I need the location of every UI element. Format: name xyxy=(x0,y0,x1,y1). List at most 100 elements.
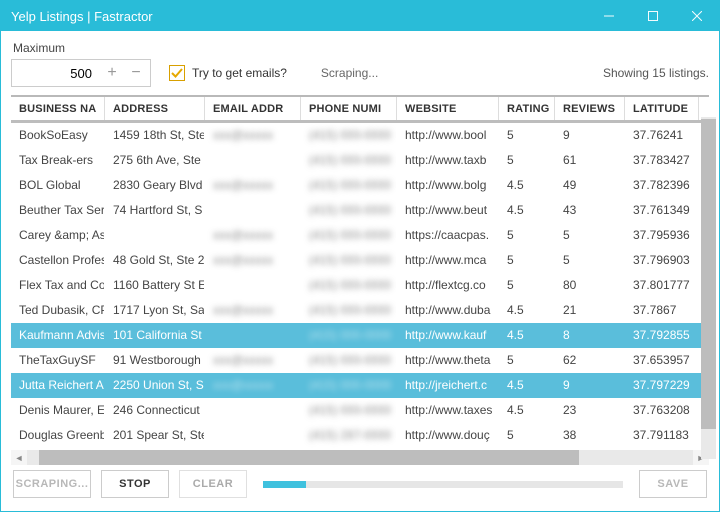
table-row[interactable]: BookSoEasy1459 18th St, Stexxx@xxxxx(415… xyxy=(11,123,709,148)
column-header[interactable]: RATING xyxy=(499,97,555,120)
cell-email xyxy=(205,273,301,298)
cell-email xyxy=(205,398,301,423)
cell-site: http://www.kauf xyxy=(397,323,499,348)
table-row[interactable]: Denis Maurer, E,246 Connecticut(415) 000… xyxy=(11,398,709,423)
maximize-button[interactable] xyxy=(631,1,675,31)
cell-email: xxx@xxxxx xyxy=(205,223,301,248)
cell-biz: Flex Tax and Cor xyxy=(11,273,105,298)
step-up-button[interactable]: + xyxy=(100,60,124,86)
cell-site: http://www.mca xyxy=(397,248,499,273)
table-row[interactable]: Ted Dubasik, CP,1717 Lyon St, Saxxx@xxxx… xyxy=(11,298,709,323)
footer: SCRAPING... STOP CLEAR SAVE xyxy=(11,465,709,505)
table-row[interactable]: Tax Break-ers275 6th Ave, Ste(415) 000-0… xyxy=(11,148,709,173)
clear-button[interactable]: CLEAR xyxy=(179,470,247,498)
cell-rating: 4.5 xyxy=(499,373,555,398)
column-header[interactable]: LATITUDE xyxy=(625,97,699,120)
column-header[interactable]: EMAIL ADDR xyxy=(205,97,301,120)
column-header[interactable]: ADDRESS xyxy=(105,97,205,120)
table-row[interactable]: Douglas Greenb201 Spear St, Ste (415) 287… xyxy=(11,423,709,448)
cell-lat: 37.797229 xyxy=(625,373,699,398)
cell-lat: 37.795936 xyxy=(625,223,699,248)
cell-biz: Denis Maurer, E, xyxy=(11,398,105,423)
minimize-button[interactable] xyxy=(587,1,631,31)
close-button[interactable] xyxy=(675,1,719,31)
cell-biz: Carey &amp; As xyxy=(11,223,105,248)
showing-count: Showing 15 listings. xyxy=(603,66,709,80)
column-header[interactable]: BUSINESS NA xyxy=(11,97,105,120)
h-scroll-track[interactable] xyxy=(27,450,693,465)
maximum-input[interactable] xyxy=(12,60,100,86)
cell-phone: (415) 287-0000 xyxy=(301,423,397,448)
cell-site: http://jreichert.c xyxy=(397,373,499,398)
vertical-scrollbar[interactable] xyxy=(701,117,716,459)
horizontal-scrollbar[interactable]: ◄ ► xyxy=(11,450,709,465)
table-row[interactable]: Kaufmann Advis101 California St(415) 000… xyxy=(11,323,709,348)
cell-addr: 101 California St xyxy=(105,323,205,348)
cell-phone: (415) 000-0000 xyxy=(301,273,397,298)
stop-button[interactable]: STOP xyxy=(101,470,169,498)
cell-lat: 37.7867 xyxy=(625,298,699,323)
scroll-left-icon[interactable]: ◄ xyxy=(11,450,27,465)
controls-row: + − Try to get emails? Scraping... Showi… xyxy=(11,59,709,87)
cell-biz: Douglas Greenb xyxy=(11,423,105,448)
cell-lat: 37.76241 xyxy=(625,123,699,148)
cell-lat: 37.761349 xyxy=(625,198,699,223)
cell-phone: (415) 000-0000 xyxy=(301,148,397,173)
cell-email: xxx@xxxxx xyxy=(205,173,301,198)
cell-site: http://www.douç xyxy=(397,423,499,448)
cell-rating: 5 xyxy=(499,223,555,248)
cell-biz: TheTaxGuySF xyxy=(11,348,105,373)
cell-lat: 37.653957 xyxy=(625,348,699,373)
cell-phone: (415) 000-0000 xyxy=(301,298,397,323)
h-scroll-thumb[interactable] xyxy=(39,450,579,465)
cell-reviews: 8 xyxy=(555,323,625,348)
table-row[interactable]: Flex Tax and Cor1160 Battery St E(415) 0… xyxy=(11,273,709,298)
cell-rating: 5 xyxy=(499,273,555,298)
cell-addr: 275 6th Ave, Ste xyxy=(105,148,205,173)
maximum-label: Maximum xyxy=(13,41,709,55)
cell-email: xxx@xxxxx xyxy=(205,123,301,148)
cell-phone: (415) 000-0000 xyxy=(301,248,397,273)
cell-site: http://www.bolg xyxy=(397,173,499,198)
maximum-field-wrap: + − xyxy=(11,59,151,87)
cell-biz: Castellon Profes xyxy=(11,248,105,273)
titlebar[interactable]: Yelp Listings | Fastractor xyxy=(1,1,719,31)
table-row[interactable]: BOL Global2830 Geary Blvdxxx@xxxxx(415) … xyxy=(11,173,709,198)
step-down-button[interactable]: − xyxy=(124,60,148,86)
column-header[interactable]: PHONE NUMI xyxy=(301,97,397,120)
table-row[interactable]: Carey &amp; Asxxx@xxxxx(415) 000-0000htt… xyxy=(11,223,709,248)
column-header[interactable]: REVIEWS xyxy=(555,97,625,120)
table-header: BUSINESS NAADDRESSEMAIL ADDRPHONE NUMIWE… xyxy=(11,97,709,123)
cell-email xyxy=(205,323,301,348)
emails-checkbox[interactable] xyxy=(169,65,185,81)
cell-lat: 37.763208 xyxy=(625,398,699,423)
v-scroll-thumb[interactable] xyxy=(701,119,716,429)
cell-site: https://caacpas. xyxy=(397,223,499,248)
cell-site: http://www.bool xyxy=(397,123,499,148)
save-button: SAVE xyxy=(639,470,707,498)
cell-addr: 201 Spear St, Ste xyxy=(105,423,205,448)
cell-rating: 5 xyxy=(499,248,555,273)
cell-reviews: 62 xyxy=(555,348,625,373)
cell-reviews: 80 xyxy=(555,273,625,298)
progress-bar xyxy=(263,481,623,488)
cell-email: xxx@xxxxx xyxy=(205,248,301,273)
cell-site: http://www.beut xyxy=(397,198,499,223)
cell-email xyxy=(205,423,301,448)
cell-biz: Jutta Reichert As xyxy=(11,373,105,398)
cell-rating: 5 xyxy=(499,123,555,148)
column-header[interactable]: WEBSITE xyxy=(397,97,499,120)
cell-rating: 5 xyxy=(499,423,555,448)
table-row[interactable]: Castellon Profes48 Gold St, Ste 2xxx@xxx… xyxy=(11,248,709,273)
cell-lat: 37.792855 xyxy=(625,323,699,348)
cell-site: http://www.taxes xyxy=(397,398,499,423)
status-text: Scraping... xyxy=(321,66,378,80)
cell-biz: Beuther Tax Serv xyxy=(11,198,105,223)
table-row[interactable]: Jutta Reichert As2250 Union St, Sxxx@xxx… xyxy=(11,373,709,398)
cell-phone: (415) 000-0000 xyxy=(301,323,397,348)
cell-reviews: 49 xyxy=(555,173,625,198)
table-row[interactable]: TheTaxGuySF91 Westboroughxxx@xxxxx(415) … xyxy=(11,348,709,373)
cell-addr: 74 Hartford St, S xyxy=(105,198,205,223)
table-row[interactable]: Beuther Tax Serv74 Hartford St, S(415) 0… xyxy=(11,198,709,223)
table-body: BookSoEasy1459 18th St, Stexxx@xxxxx(415… xyxy=(11,123,709,450)
